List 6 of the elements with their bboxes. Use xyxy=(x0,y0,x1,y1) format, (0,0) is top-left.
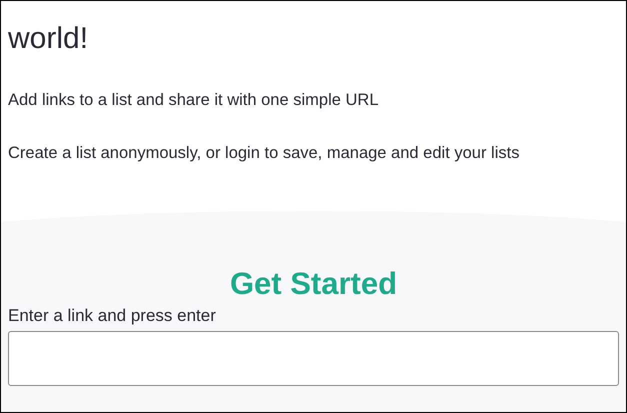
hero-heading: world! xyxy=(8,21,90,57)
field-label: Enter a link and press enter xyxy=(8,306,216,326)
link-input-field[interactable] xyxy=(8,331,619,386)
paragraph: Create a list anonymously, or login to save, manage and edit your lists xyxy=(8,143,520,163)
paragraph: Add links to a list and share it with one simple URL xyxy=(8,90,379,110)
section-title: Get Started xyxy=(230,266,398,302)
